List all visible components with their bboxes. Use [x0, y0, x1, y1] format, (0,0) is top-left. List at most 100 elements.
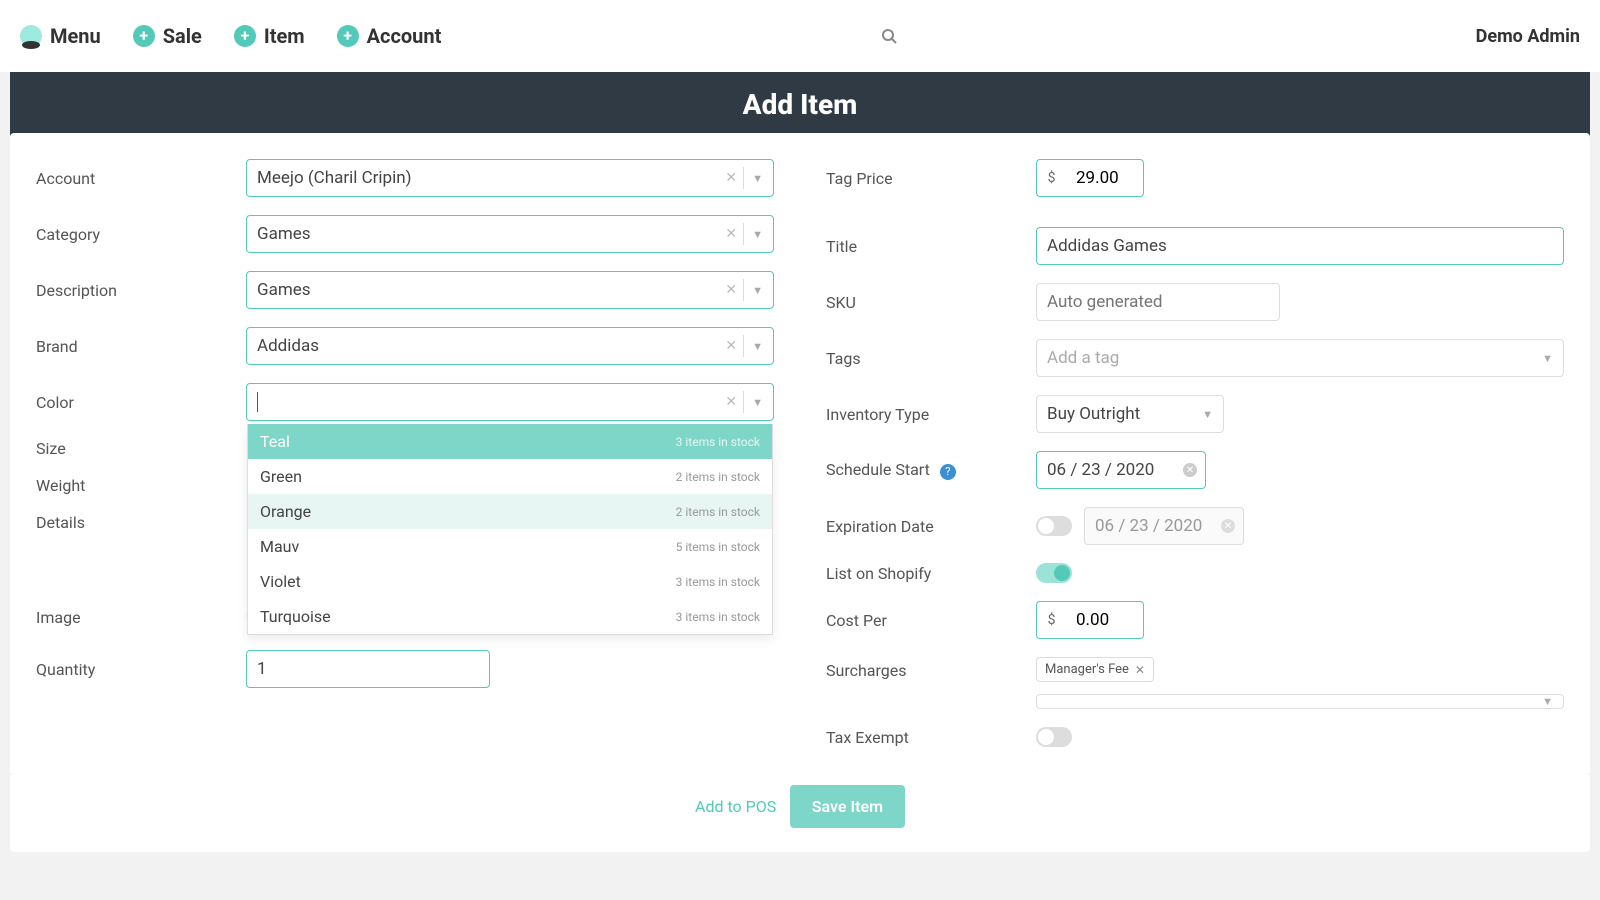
- help-icon[interactable]: ?: [940, 464, 956, 480]
- tag-price-input[interactable]: [1066, 159, 1144, 197]
- color-value: [257, 392, 719, 412]
- plus-icon: +: [337, 25, 359, 47]
- color-option-stock: 2 items in stock: [676, 470, 760, 484]
- color-option-stock: 3 items in stock: [676, 435, 760, 449]
- cost-per-group: $: [1036, 601, 1144, 639]
- description-select[interactable]: Games ✕ ▼: [246, 271, 774, 309]
- field-list-on-shopify: List on Shopify: [826, 563, 1564, 583]
- label-tax-exempt: Tax Exempt: [826, 728, 1036, 747]
- clear-date-icon[interactable]: ✕: [1183, 463, 1197, 477]
- category-value: Games: [257, 224, 719, 244]
- color-option[interactable]: Mauv 5 items in stock: [248, 529, 772, 564]
- chevron-down-icon[interactable]: ▼: [744, 284, 763, 297]
- save-item-button[interactable]: Save Item: [790, 785, 905, 828]
- shopify-toggle[interactable]: [1036, 563, 1072, 583]
- tax-exempt-toggle[interactable]: [1036, 727, 1072, 747]
- chevron-down-icon[interactable]: ▼: [1534, 695, 1553, 708]
- current-user[interactable]: Demo Admin: [1476, 26, 1580, 47]
- color-option-name: Mauv: [260, 537, 299, 556]
- nav-sale[interactable]: + Sale: [133, 24, 202, 48]
- label-surcharges: Surcharges: [826, 657, 1036, 680]
- inventory-type-value: Buy Outright: [1047, 404, 1194, 424]
- label-color: Color: [36, 393, 246, 412]
- right-column: Tag Price $ Title SKU Tags Add a tag: [800, 133, 1590, 775]
- expiration-date-input: 06 / 23 / 2020 ✕: [1084, 507, 1244, 545]
- color-option-stock: 5 items in stock: [676, 540, 760, 554]
- field-surcharges: Surcharges Manager's Fee ✕ ▼: [826, 657, 1564, 709]
- field-account: Account Meejo (Charil Cripin) ✕ ▼: [36, 159, 774, 197]
- color-option[interactable]: Green 2 items in stock: [248, 459, 772, 494]
- clear-icon[interactable]: ✕: [719, 170, 743, 186]
- color-option-name: Green: [260, 467, 302, 486]
- color-option-stock: 3 items in stock: [676, 575, 760, 589]
- color-option-name: Orange: [260, 502, 311, 521]
- brand-select[interactable]: Addidas ✕ ▼: [246, 327, 774, 365]
- label-list-on-shopify: List on Shopify: [826, 564, 1036, 583]
- nav-item[interactable]: + Item: [234, 24, 305, 48]
- surcharge-chip-label: Manager's Fee: [1045, 662, 1129, 677]
- sku-input[interactable]: [1036, 283, 1280, 321]
- remove-chip-icon[interactable]: ✕: [1135, 663, 1145, 677]
- search-icon[interactable]: [881, 28, 897, 44]
- chevron-down-icon[interactable]: ▼: [744, 228, 763, 241]
- schedule-start-text: Schedule Start: [826, 460, 930, 479]
- field-sku: SKU: [826, 283, 1564, 321]
- label-tag-price: Tag Price: [826, 169, 1036, 188]
- color-option-name: Violet: [260, 572, 301, 591]
- page-title: Add Item: [10, 88, 1590, 121]
- color-select[interactable]: ✕ ▼ Teal3 items in stockGreen2 items in …: [246, 383, 774, 421]
- field-schedule-start: Schedule Start ? 06 / 23 / 2020 ✕: [826, 451, 1564, 489]
- surcharge-chip: Manager's Fee ✕: [1036, 657, 1154, 682]
- title-input[interactable]: [1036, 227, 1564, 265]
- expiration-toggle[interactable]: [1036, 516, 1072, 536]
- clear-icon[interactable]: ✕: [719, 226, 743, 242]
- color-option[interactable]: Teal 3 items in stock: [248, 424, 772, 459]
- label-image: Image: [36, 608, 246, 627]
- schedule-start-value: 06 / 23 / 2020: [1047, 460, 1154, 480]
- clear-icon[interactable]: ✕: [719, 394, 743, 410]
- category-select[interactable]: Games ✕ ▼: [246, 215, 774, 253]
- tags-placeholder: Add a tag: [1047, 348, 1534, 368]
- field-tax-exempt: Tax Exempt: [826, 727, 1564, 747]
- cost-per-input[interactable]: [1066, 601, 1144, 639]
- field-title: Title: [826, 227, 1564, 265]
- label-inventory-type: Inventory Type: [826, 405, 1036, 424]
- color-input[interactable]: [257, 392, 719, 412]
- add-to-pos-link[interactable]: Add to POS: [695, 797, 776, 816]
- surcharges-select[interactable]: ▼: [1036, 694, 1564, 709]
- nav-menu[interactable]: Menu: [20, 24, 101, 48]
- brand-value: Addidas: [257, 336, 719, 356]
- field-tags: Tags Add a tag ▼: [826, 339, 1564, 377]
- nav-account[interactable]: + Account: [337, 24, 442, 48]
- color-option[interactable]: Turquoise3 items in stock: [248, 599, 772, 634]
- chevron-down-icon[interactable]: ▼: [744, 172, 763, 185]
- currency-symbol: $: [1036, 159, 1066, 197]
- nav-menu-label: Menu: [50, 24, 101, 48]
- color-dropdown: Teal 3 items in stock Green 2 items in stoc…: [247, 424, 773, 635]
- color-option[interactable]: Orange2 items in stock: [248, 494, 772, 529]
- field-category: Category Games ✕ ▼: [36, 215, 774, 253]
- chevron-down-icon[interactable]: ▼: [1194, 408, 1213, 421]
- tag-price-group: $: [1036, 159, 1144, 197]
- schedule-start-input[interactable]: 06 / 23 / 2020 ✕: [1036, 451, 1206, 489]
- field-inventory-type: Inventory Type Buy Outright ▼: [826, 395, 1564, 433]
- color-option-name: Teal: [260, 432, 290, 451]
- chevron-down-icon[interactable]: ▼: [1534, 352, 1553, 365]
- inventory-type-select[interactable]: Buy Outright ▼: [1036, 395, 1224, 433]
- expiration-date-value: 06 / 23 / 2020: [1095, 516, 1202, 536]
- quantity-input[interactable]: [246, 650, 490, 688]
- color-option[interactable]: Violet 3 items in stock: [248, 564, 772, 599]
- description-value: Games: [257, 280, 719, 300]
- label-cost-per: Cost Per: [826, 611, 1036, 630]
- tags-select[interactable]: Add a tag ▼: [1036, 339, 1564, 377]
- color-option-name: Turquoise: [260, 607, 331, 626]
- clear-icon[interactable]: ✕: [719, 338, 743, 354]
- chevron-down-icon[interactable]: ▼: [744, 396, 763, 409]
- account-select[interactable]: Meejo (Charil Cripin) ✕ ▼: [246, 159, 774, 197]
- label-schedule-start: Schedule Start ?: [826, 460, 1036, 480]
- label-brand: Brand: [36, 337, 246, 356]
- clear-icon[interactable]: ✕: [719, 282, 743, 298]
- chevron-down-icon[interactable]: ▼: [744, 340, 763, 353]
- label-details: Details: [36, 513, 246, 532]
- label-sku: SKU: [826, 293, 1036, 312]
